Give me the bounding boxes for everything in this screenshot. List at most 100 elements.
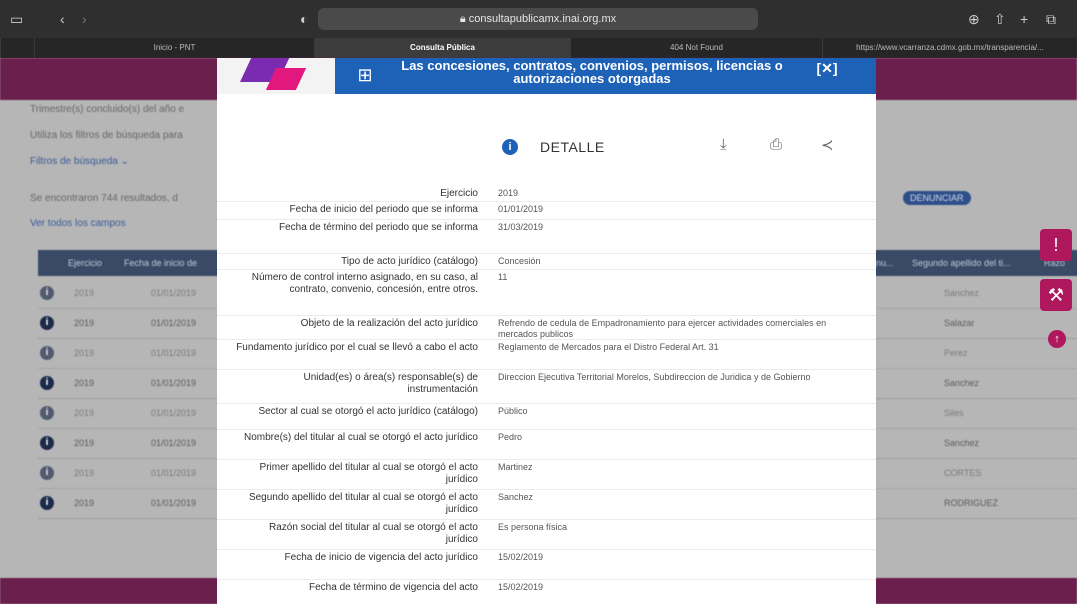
detail-row: Primer apellido del titular al cual se o… <box>217 460 876 490</box>
share-icon[interactable]: ≺ <box>821 136 834 154</box>
field-value: Es persona física <box>498 522 568 532</box>
col-ejercicio[interactable]: Ejercicio <box>68 258 102 268</box>
field-value: Concesión <box>498 256 541 266</box>
field-label: Tipo de acto jurídico (catálogo) <box>341 256 478 267</box>
detail-row: Ejercicio 2019 <box>217 186 876 202</box>
detail-modal: ⊞ Las concesiones, contratos, convenios,… <box>217 58 876 604</box>
document-icon: ⊞ <box>357 65 373 85</box>
row-info-icon[interactable]: i <box>40 436 54 450</box>
download-icon[interactable]: ⤓ <box>720 136 727 153</box>
field-label: Unidad(es) o área(s) responsable(s) de i… <box>303 372 478 395</box>
field-value: 15/02/2019 <box>498 552 544 562</box>
field-value: 2019 <box>498 188 519 198</box>
tab-consulta-publica[interactable]: Consulta Pública <box>314 38 570 58</box>
address-bar[interactable]: 🔒︎ consultapublicamx.inai.org.mx <box>318 8 758 30</box>
cell-segundo-apellido: Sanchez <box>944 438 980 448</box>
cell-fecha: 01/01/2019 <box>151 288 197 298</box>
field-value: 15/02/2019 <box>498 582 544 592</box>
detail-row: Número de control interno asignado, en s… <box>217 270 876 316</box>
browser-toolbar: ▭ ‹ › ◐ 🔒︎ consultapublicamx.inai.org.mx… <box>0 0 1077 38</box>
cell-fecha: 01/01/2019 <box>151 438 197 448</box>
detail-row: Fecha de término del periodo que se info… <box>217 220 876 254</box>
forward-icon[interactable]: › <box>82 11 87 27</box>
col-truncated[interactable]: nu... <box>876 258 894 268</box>
scroll-top-icon[interactable]: ↑ <box>1048 330 1066 348</box>
cell-fecha: 01/01/2019 <box>151 408 197 418</box>
denunciar-button[interactable]: DENUNCIAR <box>903 191 971 205</box>
detail-row: Fecha de inicio de vigencia del acto jur… <box>217 550 876 580</box>
tab-vcarranza[interactable]: https://www.vcarranza.cdmx.gob.mx/transp… <box>822 38 1077 58</box>
field-label: Primer apellido del titular al cual se o… <box>259 462 478 485</box>
info-icon: i <box>502 139 518 155</box>
download-icon[interactable]: ⊕ <box>968 11 980 28</box>
field-label: Segundo apellido del titular al cual se … <box>248 492 478 515</box>
alert-icon[interactable]: ! <box>1040 229 1072 261</box>
results-count: Se encontraron 744 resultados, d <box>30 193 178 204</box>
cell-fecha: 01/01/2019 <box>151 468 197 478</box>
field-value: Pedro <box>498 432 523 442</box>
cell-ejercicio: 2019 <box>74 318 95 328</box>
detail-row: Razón social del titular al cual se otor… <box>217 520 876 550</box>
privacy-shield-icon[interactable]: ◐ <box>300 11 308 27</box>
cell-fecha: 01/01/2019 <box>151 318 197 328</box>
detail-row: Objeto de la realización del acto jurídi… <box>217 316 876 340</box>
new-tab-icon[interactable]: + <box>1020 11 1028 27</box>
intro-text-1: Trimestre(s) concluido(s) del año e <box>30 104 185 115</box>
field-value: 11 <box>498 272 508 282</box>
row-info-icon[interactable]: i <box>40 466 54 480</box>
cell-segundo-apellido: Sanchez <box>944 378 980 388</box>
share-icon[interactable]: ⇧ <box>994 11 1006 28</box>
tab-inicio[interactable]: Inicio - PNT <box>34 38 314 58</box>
row-info-icon[interactable]: i <box>40 346 54 360</box>
detail-row: Unidad(es) o área(s) responsable(s) de i… <box>217 370 876 404</box>
field-label: Nombre(s) del titular al cual se otorgó … <box>244 432 478 443</box>
col-fecha-inicio[interactable]: Fecha de inicio de <box>124 258 197 268</box>
cell-ejercicio: 2019 <box>74 378 95 388</box>
cell-segundo-apellido: Siles <box>944 408 964 418</box>
field-value: Sanchez <box>498 492 534 502</box>
filters-toggle[interactable]: Filtros de búsqueda ⌄ <box>30 156 129 167</box>
print-icon[interactable]: ⎙ <box>770 136 782 153</box>
tab-404[interactable]: 404 Not Found <box>570 38 822 58</box>
view-all-link[interactable]: Ver todos los campos <box>30 218 126 229</box>
row-info-icon[interactable]: i <box>40 316 54 330</box>
detail-row: Segundo apellido del titular al cual se … <box>217 490 876 520</box>
row-info-icon[interactable]: i <box>40 286 54 300</box>
cell-segundo-apellido: Salazar <box>944 318 975 328</box>
row-info-icon[interactable]: i <box>40 496 54 510</box>
field-label: Sector al cual se otorgó el acto jurídic… <box>258 406 478 417</box>
cell-segundo-apellido: Sanchez <box>944 288 980 298</box>
field-value: Refrendo de cedula de Empadronamiento pa… <box>498 318 827 339</box>
modal-title: Las concesiones, contratos, convenios, p… <box>401 58 783 86</box>
url-text: consultapublicamx.inai.org.mx <box>468 13 617 25</box>
field-label: Fecha de término de vigencia del acto <box>309 582 478 593</box>
tools-icon[interactable]: ⚒ <box>1040 279 1072 311</box>
row-info-icon[interactable]: i <box>40 406 54 420</box>
field-value: 01/01/2019 <box>498 204 544 214</box>
back-icon[interactable]: ‹ <box>60 11 65 27</box>
tab-extensions[interactable] <box>0 38 34 58</box>
field-label: Fecha de inicio de vigencia del acto jur… <box>284 552 478 563</box>
cell-fecha: 01/01/2019 <box>151 348 197 358</box>
cell-ejercicio: 2019 <box>74 408 95 418</box>
detail-row: Nombre(s) del titular al cual se otorgó … <box>217 430 876 460</box>
cell-fecha: 01/01/2019 <box>151 378 197 388</box>
cell-ejercicio: 2019 <box>74 288 95 298</box>
cell-ejercicio: 2019 <box>74 468 95 478</box>
cell-segundo-apellido: CORTES <box>944 468 982 478</box>
close-icon[interactable]: [✕] <box>815 60 839 76</box>
field-label: Objeto de la realización del acto jurídi… <box>300 318 478 329</box>
tab-overview-icon[interactable]: ⧉ <box>1046 11 1056 28</box>
pnt-logo <box>217 58 335 94</box>
cell-ejercicio: 2019 <box>74 498 95 508</box>
field-value: 31/03/2019 <box>498 222 544 232</box>
col-segundo-apellido[interactable]: Segundo apellido del ti... <box>912 258 1011 268</box>
field-value: Público <box>498 406 528 416</box>
detail-row: Fecha de inicio del periodo que se infor… <box>217 202 876 220</box>
cell-fecha: 01/01/2019 <box>151 498 197 508</box>
row-info-icon[interactable]: i <box>40 376 54 390</box>
cell-segundo-apellido: RODRIGUEZ <box>944 498 998 508</box>
sidebar-icon[interactable]: ▭ <box>10 11 23 28</box>
detail-row: Tipo de acto jurídico (catálogo) Concesió… <box>217 254 876 270</box>
modal-header: ⊞ Las concesiones, contratos, convenios,… <box>217 58 876 94</box>
